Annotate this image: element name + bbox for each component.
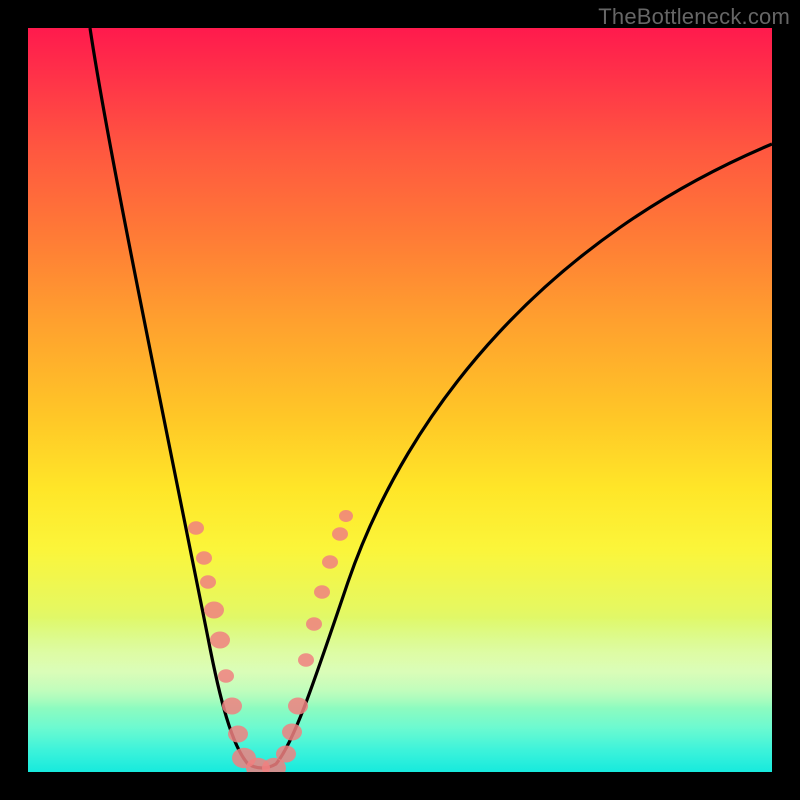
chart-frame: TheBottleneck.com: [0, 0, 800, 800]
scatter-marker: [276, 746, 296, 763]
scatter-marker: [306, 617, 322, 631]
scatter-marker: [218, 669, 234, 683]
scatter-marker: [298, 653, 314, 667]
watermark-text: TheBottleneck.com: [598, 4, 790, 30]
scatter-marker: [228, 726, 248, 743]
scatter-marker: [322, 555, 338, 569]
scatter-marker: [200, 575, 216, 589]
bottleneck-curve: [28, 28, 772, 772]
plot-area: [28, 28, 772, 772]
scatter-marker: [204, 602, 224, 619]
scatter-marker: [332, 527, 348, 541]
scatter-marker: [222, 698, 242, 715]
curve-path: [90, 28, 772, 768]
scatter-marker: [196, 551, 212, 565]
scatter-marker: [188, 521, 204, 535]
scatter-marker: [314, 585, 330, 599]
scatter-marker: [282, 724, 302, 741]
scatter-marker: [210, 632, 230, 649]
scatter-marker: [288, 698, 308, 715]
scatter-marker: [339, 510, 353, 522]
